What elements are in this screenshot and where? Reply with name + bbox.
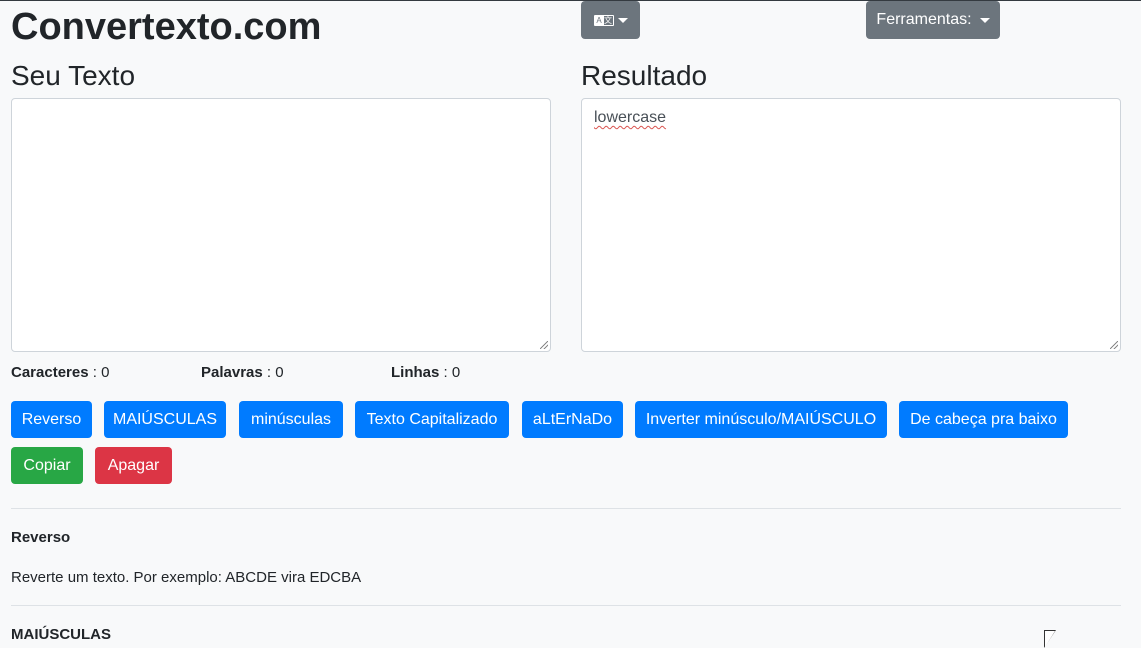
tools-dropdown-button[interactable]: Ferramentas:: [866, 1, 1000, 39]
chevron-down-icon: [617, 17, 628, 23]
lowercase-button[interactable]: minúsculas: [239, 401, 343, 438]
stat-value: : 0: [92, 364, 110, 381]
uppercase-button[interactable]: MAIÚSCULAS: [104, 401, 226, 438]
result-text: lowercase: [594, 109, 667, 126]
description-title: MAIÚSCULAS: [11, 626, 111, 643]
translate-icon-right: 文: [604, 15, 612, 25]
invert-case-button[interactable]: Inverter minúsculo/MAIÚSCULO: [635, 401, 887, 438]
stat-characters: Caracteres : 0: [11, 364, 109, 382]
tools-label: Ferramentas:: [876, 11, 972, 28]
copy-button[interactable]: Copiar: [11, 447, 83, 484]
divider: [11, 605, 1121, 606]
clear-button[interactable]: Apagar: [95, 447, 172, 484]
resize-handle[interactable]: [1110, 341, 1118, 349]
result-textarea[interactable]: lowercase: [581, 98, 1121, 352]
upside-down-button[interactable]: De cabeça pra baixo: [899, 401, 1068, 438]
description-text: Reverte um texto. Por exemplo: ABCDE vir…: [11, 569, 362, 586]
stat-value: : 0: [443, 364, 461, 381]
stat-label: Caracteres: [11, 364, 89, 381]
stat-label: Linhas: [391, 364, 440, 381]
stat-words: Palavras : 0: [201, 364, 284, 382]
alternate-case-button[interactable]: aLtErNaDo: [522, 401, 623, 438]
stat-lines: Linhas : 0: [391, 364, 460, 382]
translate-icon-left: A: [594, 15, 604, 25]
input-heading: Seu Texto: [11, 60, 136, 91]
result-heading: Resultado: [581, 60, 708, 91]
translate-icon: A 文: [593, 14, 614, 26]
divider: [11, 508, 1121, 509]
stat-value: : 0: [266, 364, 284, 381]
resize-handle[interactable]: [540, 341, 548, 349]
capitalize-button[interactable]: Texto Capitalizado: [355, 401, 509, 438]
site-title[interactable]: Convertexto.com: [11, 4, 321, 50]
stat-label: Palavras: [201, 364, 263, 381]
reverse-button[interactable]: Reverso: [11, 401, 92, 438]
input-textarea[interactable]: [11, 98, 551, 352]
language-dropdown-button[interactable]: A 文: [581, 1, 640, 39]
chevron-down-icon: [979, 17, 990, 23]
description-title: Reverso: [11, 529, 71, 546]
